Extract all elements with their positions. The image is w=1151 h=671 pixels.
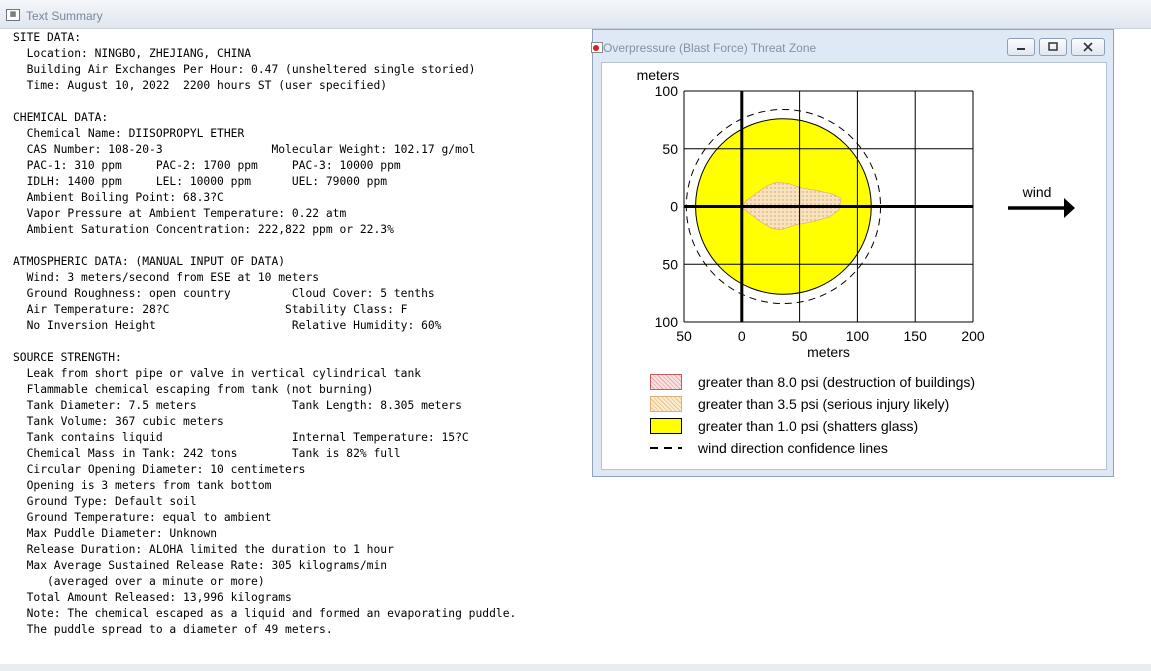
threat-zone-chart: meters meters 50 0 50 100 150 20010050050100 …	[637, 67, 1075, 360]
y-axis-label: meters	[637, 67, 680, 83]
report-line: Max Puddle Diameter: Unknown	[13, 527, 218, 540]
x-tick-label: 100	[846, 328, 870, 344]
report-line: ATMOSPHERIC DATA: (MANUAL INPUT OF DATA)	[13, 255, 286, 268]
report-line: CAS Number: 108-20-3 Molecular Weight: 1…	[13, 143, 476, 156]
report-line: Release Duration: ALOHA limited the dura…	[13, 543, 394, 556]
threat-zone-plot-area: meters meters 50 0 50 100 150 200 100 50 0 50 100 …	[601, 62, 1107, 470]
minimize-button[interactable]	[1007, 38, 1035, 56]
legend-item-1psi: greater than 1.0 psi (shatters glass)	[650, 416, 918, 436]
legend-swatch-dashed	[650, 447, 682, 449]
y-tick-label: 100	[655, 314, 679, 330]
window-titlebar: ▦ Text Summary	[0, 0, 1151, 29]
close-button[interactable]	[1071, 38, 1105, 56]
report-line: Ground Roughness: open country Cloud Cov…	[13, 287, 435, 300]
report-line: SOURCE STRENGTH:	[13, 351, 122, 364]
threat-window-title: Overpressure (Blast Force) Threat Zone	[603, 41, 817, 55]
y-tick-label: 50	[662, 141, 678, 157]
maximize-button[interactable]	[1039, 38, 1067, 56]
threat-zone-window: Overpressure (Blast Force) Threat Zone m…	[591, 29, 1114, 477]
y-tick-label: 100	[655, 83, 679, 99]
minimize-icon	[1017, 48, 1025, 50]
text-summary-report: SITE DATA: Location: NINGBO, ZHEJIANG, C…	[13, 30, 516, 638]
report-line: IDLH: 1400 ppm LEL: 10000 ppm UEL: 79000…	[13, 175, 388, 188]
report-line: Chemical Name: DIISOPROPYL ETHER	[13, 127, 245, 140]
window-title: Text Summary	[26, 9, 103, 23]
report-line: Tank Volume: 367 cubic meters	[13, 415, 224, 428]
report-line: CHEMICAL DATA:	[13, 111, 109, 124]
report-line: Total Amount Released: 13,996 kilograms	[13, 591, 292, 604]
x-tick-label: 50	[676, 328, 692, 344]
y-tick-label: 0	[670, 199, 678, 215]
x-axis-label: meters	[807, 344, 850, 360]
report-line: SITE DATA:	[13, 31, 82, 44]
report-line: Wind: 3 meters/second from ESE at 10 met…	[13, 271, 320, 284]
report-line: Tank contains liquid Internal Temperatur…	[13, 431, 469, 444]
report-line: Air Temperature: 28?C Stability Class: F	[13, 303, 408, 316]
report-line: Leak from short pipe or valve in vertica…	[13, 367, 422, 380]
status-strip	[0, 664, 1151, 671]
report-line: Ground Type: Default soil	[13, 495, 197, 508]
report-line: Vapor Pressure at Ambient Temperature: 0…	[13, 207, 347, 220]
legend-item-8psi: greater than 8.0 psi (destruction of bui…	[650, 372, 975, 392]
report-line: Chemical Mass in Tank: 242 tons Tank is …	[13, 447, 401, 460]
legend-swatch-3psi	[650, 396, 682, 412]
legend-label-8psi: greater than 8.0 psi (destruction of bui…	[698, 374, 976, 390]
report-line: Note: The chemical escaped as a liquid a…	[13, 607, 517, 620]
report-line: Flammable chemical escaping from tank (n…	[13, 383, 374, 396]
report-line: Ambient Boiling Point: 68.3?C	[13, 191, 224, 204]
report-line: Tank Diameter: 7.5 meters Tank Length: 8…	[13, 399, 462, 412]
legend-swatch-1psi	[650, 418, 682, 434]
x-tick-label: 150	[904, 328, 928, 344]
maximize-icon	[1048, 42, 1058, 51]
report-line: Location: NINGBO, ZHEJIANG, CHINA	[13, 47, 252, 60]
legend-label-3psi: greater than 3.5 psi (serious injury lik…	[698, 396, 950, 412]
report-line: Ambient Saturation Concentration: 222,82…	[13, 223, 394, 236]
x-tick-label: 200	[961, 328, 985, 344]
legend-item-confidence: wind direction confidence lines	[650, 438, 888, 458]
x-tick-label: 0	[738, 328, 746, 344]
threat-icon	[591, 42, 603, 53]
legend-label-confidence: wind direction confidence lines	[698, 440, 888, 456]
report-line: The puddle spread to a diameter of 49 me…	[13, 623, 333, 636]
report-line: Opening is 3 meters from tank bottom	[13, 479, 272, 492]
legend-label-1psi: greater than 1.0 psi (shatters glass)	[698, 418, 919, 434]
wind-label: wind	[1022, 184, 1052, 200]
legend-item-3psi: greater than 3.5 psi (serious injury lik…	[650, 394, 949, 414]
wind-arrow-icon	[1064, 198, 1075, 218]
report-line: Circular Opening Diameter: 10 centimeter…	[13, 463, 306, 476]
report-line: Building Air Exchanges Per Hour: 0.47 (u…	[13, 63, 476, 76]
report-line: Ground Temperature: equal to ambient	[13, 511, 272, 524]
report-line: Time: August 10, 2022 2200 hours ST (use…	[13, 79, 388, 92]
report-line: PAC-1: 310 ppm PAC-2: 1700 ppm PAC-3: 10…	[13, 159, 401, 172]
legend-swatch-8psi	[650, 374, 682, 390]
close-icon	[1083, 42, 1093, 52]
app-icon: ▦	[6, 9, 20, 21]
x-tick-label: 50	[792, 328, 808, 344]
report-line: (averaged over a minute or more)	[13, 575, 265, 588]
report-line: Max Average Sustained Release Rate: 305 …	[13, 559, 388, 572]
report-line: No Inversion Height Relative Humidity: 6…	[13, 319, 442, 332]
y-tick-label: 50	[662, 256, 678, 272]
